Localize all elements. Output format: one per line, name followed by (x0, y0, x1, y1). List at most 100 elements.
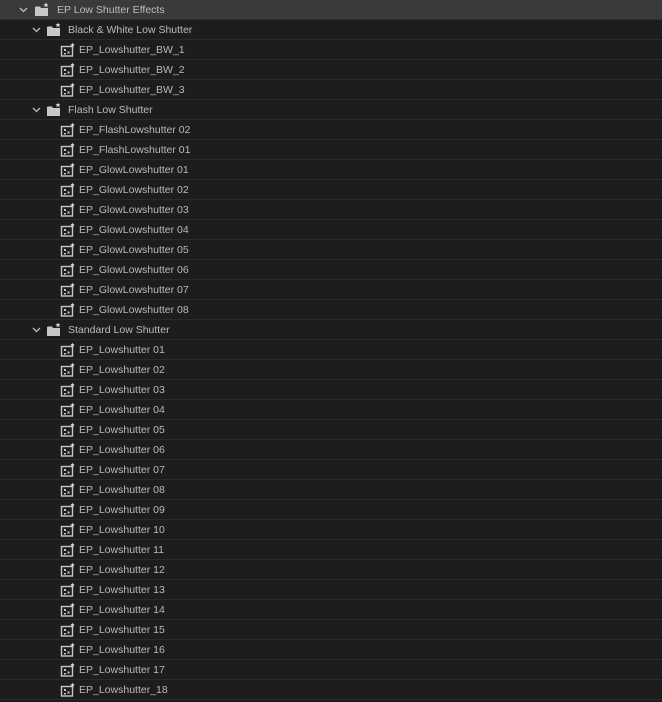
preset-row-ep-lowshutter-08[interactable]: EP_Lowshutter 08 (0, 480, 662, 500)
preset-row-ep-glowlowshutter-05[interactable]: EP_GlowLowshutter 05 (0, 240, 662, 260)
preset-row-ep-glowlowshutter-06[interactable]: EP_GlowLowshutter 06 (0, 260, 662, 280)
preset-label: EP_Lowshutter 13 (79, 584, 165, 596)
preset-row-ep-lowshutter-03[interactable]: EP_Lowshutter 03 (0, 380, 662, 400)
preset-label: EP_GlowLowshutter 03 (79, 204, 189, 216)
preset-icon (60, 642, 76, 658)
preset-icon (60, 342, 76, 358)
preset-label: EP_Lowshutter_BW_2 (79, 64, 185, 76)
preset-icon (60, 482, 76, 498)
folder-row-black-white-low-shutter[interactable]: Black & White Low Shutter (0, 20, 662, 40)
preset-row-ep-lowshutter-05[interactable]: EP_Lowshutter 05 (0, 420, 662, 440)
preset-label: EP_Lowshutter 12 (79, 564, 165, 576)
folder-row-ep-low-shutter-effects[interactable]: EP Low Shutter Effects (0, 0, 662, 20)
preset-icon (60, 42, 76, 58)
preset-row-ep-lowshutter-14[interactable]: EP_Lowshutter 14 (0, 600, 662, 620)
preset-row-ep-flashlowshutter-02[interactable]: EP_FlashLowshutter 02 (0, 120, 662, 140)
preset-icon (60, 462, 76, 478)
preset-row-ep-lowshutter-13[interactable]: EP_Lowshutter 13 (0, 580, 662, 600)
preset-row-ep-glowlowshutter-03[interactable]: EP_GlowLowshutter 03 (0, 200, 662, 220)
preset-icon (60, 582, 76, 598)
preset-icon (60, 162, 76, 178)
preset-row-ep-lowshutter-bw-2[interactable]: EP_Lowshutter_BW_2 (0, 60, 662, 80)
preset-label: EP_GlowLowshutter 05 (79, 244, 189, 256)
folder-label: EP Low Shutter Effects (57, 4, 165, 16)
preset-icon (60, 282, 76, 298)
effects-tree: EP Low Shutter Effects Black & White Low … (0, 0, 662, 702)
preset-row-ep-lowshutter-bw-3[interactable]: EP_Lowshutter_BW_3 (0, 80, 662, 100)
preset-label: EP_Lowshutter 14 (79, 604, 165, 616)
preset-icon (60, 122, 76, 138)
chevron-down-icon[interactable] (18, 0, 28, 20)
preset-row-ep-lowshutter-02[interactable]: EP_Lowshutter 02 (0, 360, 662, 380)
preset-label: EP_Lowshutter 09 (79, 504, 165, 516)
preset-icon (60, 242, 76, 258)
preset-icon (60, 262, 76, 278)
preset-icon (60, 502, 76, 518)
preset-label: EP_Lowshutter 17 (79, 664, 165, 676)
preset-label: EP_GlowLowshutter 01 (79, 164, 189, 176)
preset-icon (60, 542, 76, 558)
preset-row-ep-glowlowshutter-07[interactable]: EP_GlowLowshutter 07 (0, 280, 662, 300)
preset-label: EP_Lowshutter 04 (79, 404, 165, 416)
preset-label: EP_Lowshutter 07 (79, 464, 165, 476)
preset-row-ep-lowshutter-18[interactable]: EP_Lowshutter_18 (0, 680, 662, 700)
preset-label: EP_GlowLowshutter 08 (79, 304, 189, 316)
preset-icon (60, 522, 76, 538)
folder-star-icon (46, 322, 62, 338)
preset-label: EP_Lowshutter 10 (79, 524, 165, 536)
preset-icon (60, 602, 76, 618)
folder-row-standard-low-shutter[interactable]: Standard Low Shutter (0, 320, 662, 340)
preset-label: EP_Lowshutter_BW_3 (79, 84, 185, 96)
preset-label: EP_Lowshutter 15 (79, 624, 165, 636)
preset-label: EP_Lowshutter 01 (79, 344, 165, 356)
preset-label: EP_Lowshutter_BW_1 (79, 44, 185, 56)
preset-label: EP_Lowshutter 03 (79, 384, 165, 396)
preset-row-ep-glowlowshutter-01[interactable]: EP_GlowLowshutter 01 (0, 160, 662, 180)
preset-label: EP_Lowshutter 11 (79, 544, 165, 556)
preset-label: EP_Lowshutter 06 (79, 444, 165, 456)
preset-row-ep-lowshutter-12[interactable]: EP_Lowshutter 12 (0, 560, 662, 580)
preset-label: EP_Lowshutter 16 (79, 644, 165, 656)
preset-row-ep-lowshutter-15[interactable]: EP_Lowshutter 15 (0, 620, 662, 640)
preset-icon (60, 382, 76, 398)
folder-row-flash-low-shutter[interactable]: Flash Low Shutter (0, 100, 662, 120)
preset-row-ep-glowlowshutter-08[interactable]: EP_GlowLowshutter 08 (0, 300, 662, 320)
preset-row-ep-flashlowshutter-01[interactable]: EP_FlashLowshutter 01 (0, 140, 662, 160)
preset-row-ep-lowshutter-07[interactable]: EP_Lowshutter 07 (0, 460, 662, 480)
preset-icon (60, 422, 76, 438)
preset-icon (60, 562, 76, 578)
chevron-down-icon[interactable] (31, 320, 41, 340)
preset-row-ep-lowshutter-10[interactable]: EP_Lowshutter 10 (0, 520, 662, 540)
preset-icon (60, 182, 76, 198)
preset-row-ep-lowshutter-01[interactable]: EP_Lowshutter 01 (0, 340, 662, 360)
preset-label: EP_GlowLowshutter 02 (79, 184, 189, 196)
preset-label: EP_GlowLowshutter 04 (79, 224, 189, 236)
folder-label: Standard Low Shutter (68, 324, 170, 336)
folder-label: Black & White Low Shutter (68, 24, 193, 36)
preset-label: EP_FlashLowshutter 01 (79, 144, 191, 156)
preset-row-ep-lowshutter-17[interactable]: EP_Lowshutter 17 (0, 660, 662, 680)
preset-icon (60, 442, 76, 458)
preset-icon (60, 302, 76, 318)
preset-icon (60, 82, 76, 98)
preset-row-ep-glowlowshutter-04[interactable]: EP_GlowLowshutter 04 (0, 220, 662, 240)
preset-row-ep-lowshutter-16[interactable]: EP_Lowshutter 16 (0, 640, 662, 660)
preset-label: EP_GlowLowshutter 07 (79, 284, 189, 296)
folder-star-icon (46, 102, 62, 118)
folder-label: Flash Low Shutter (68, 104, 153, 116)
preset-row-ep-lowshutter-09[interactable]: EP_Lowshutter 09 (0, 500, 662, 520)
preset-icon (60, 62, 76, 78)
preset-row-ep-lowshutter-06[interactable]: EP_Lowshutter 06 (0, 440, 662, 460)
preset-label: EP_GlowLowshutter 06 (79, 264, 189, 276)
preset-row-ep-lowshutter-bw-1[interactable]: EP_Lowshutter_BW_1 (0, 40, 662, 60)
preset-icon (60, 362, 76, 378)
chevron-down-icon[interactable] (31, 20, 41, 40)
chevron-down-icon[interactable] (31, 100, 41, 120)
preset-row-ep-glowlowshutter-02[interactable]: EP_GlowLowshutter 02 (0, 180, 662, 200)
preset-row-ep-lowshutter-04[interactable]: EP_Lowshutter 04 (0, 400, 662, 420)
preset-label: EP_Lowshutter 05 (79, 424, 165, 436)
preset-row-ep-lowshutter-11[interactable]: EP_Lowshutter 11 (0, 540, 662, 560)
preset-icon (60, 402, 76, 418)
folder-star-icon (34, 2, 50, 18)
preset-label: EP_Lowshutter_18 (79, 684, 168, 696)
